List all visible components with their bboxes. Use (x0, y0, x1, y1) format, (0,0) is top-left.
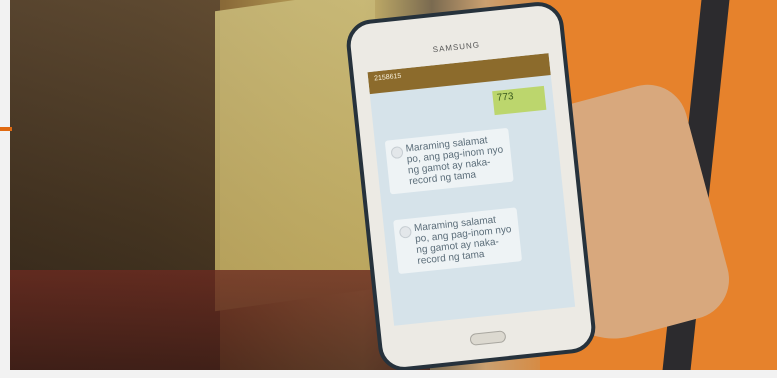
message-text: Maraming salamat po, ang pag-inom nyo ng… (405, 135, 504, 188)
message-text: Maraming salamat po, ang pag-inom nyo ng… (413, 214, 513, 267)
photo: SAMSUNG 2158615 773 Maraming salamat po,… (10, 0, 777, 370)
sent-message: 773 (492, 85, 547, 116)
phone-screen: 2158615 773 Maraming salamat po, ang pag… (367, 53, 576, 326)
contact-avatar-icon (398, 225, 413, 239)
orange-rule (0, 127, 12, 131)
floor (10, 270, 430, 370)
home-button (469, 330, 507, 346)
smartphone: SAMSUNG 2158615 773 Maraming salamat po,… (344, 0, 598, 370)
contact-avatar-icon (390, 145, 404, 160)
received-message-1: Maraming salamat po, ang pag-inom nyo ng… (384, 127, 514, 195)
received-message-2: Maraming salamat po, ang pag-inom nyo ng… (393, 207, 523, 275)
